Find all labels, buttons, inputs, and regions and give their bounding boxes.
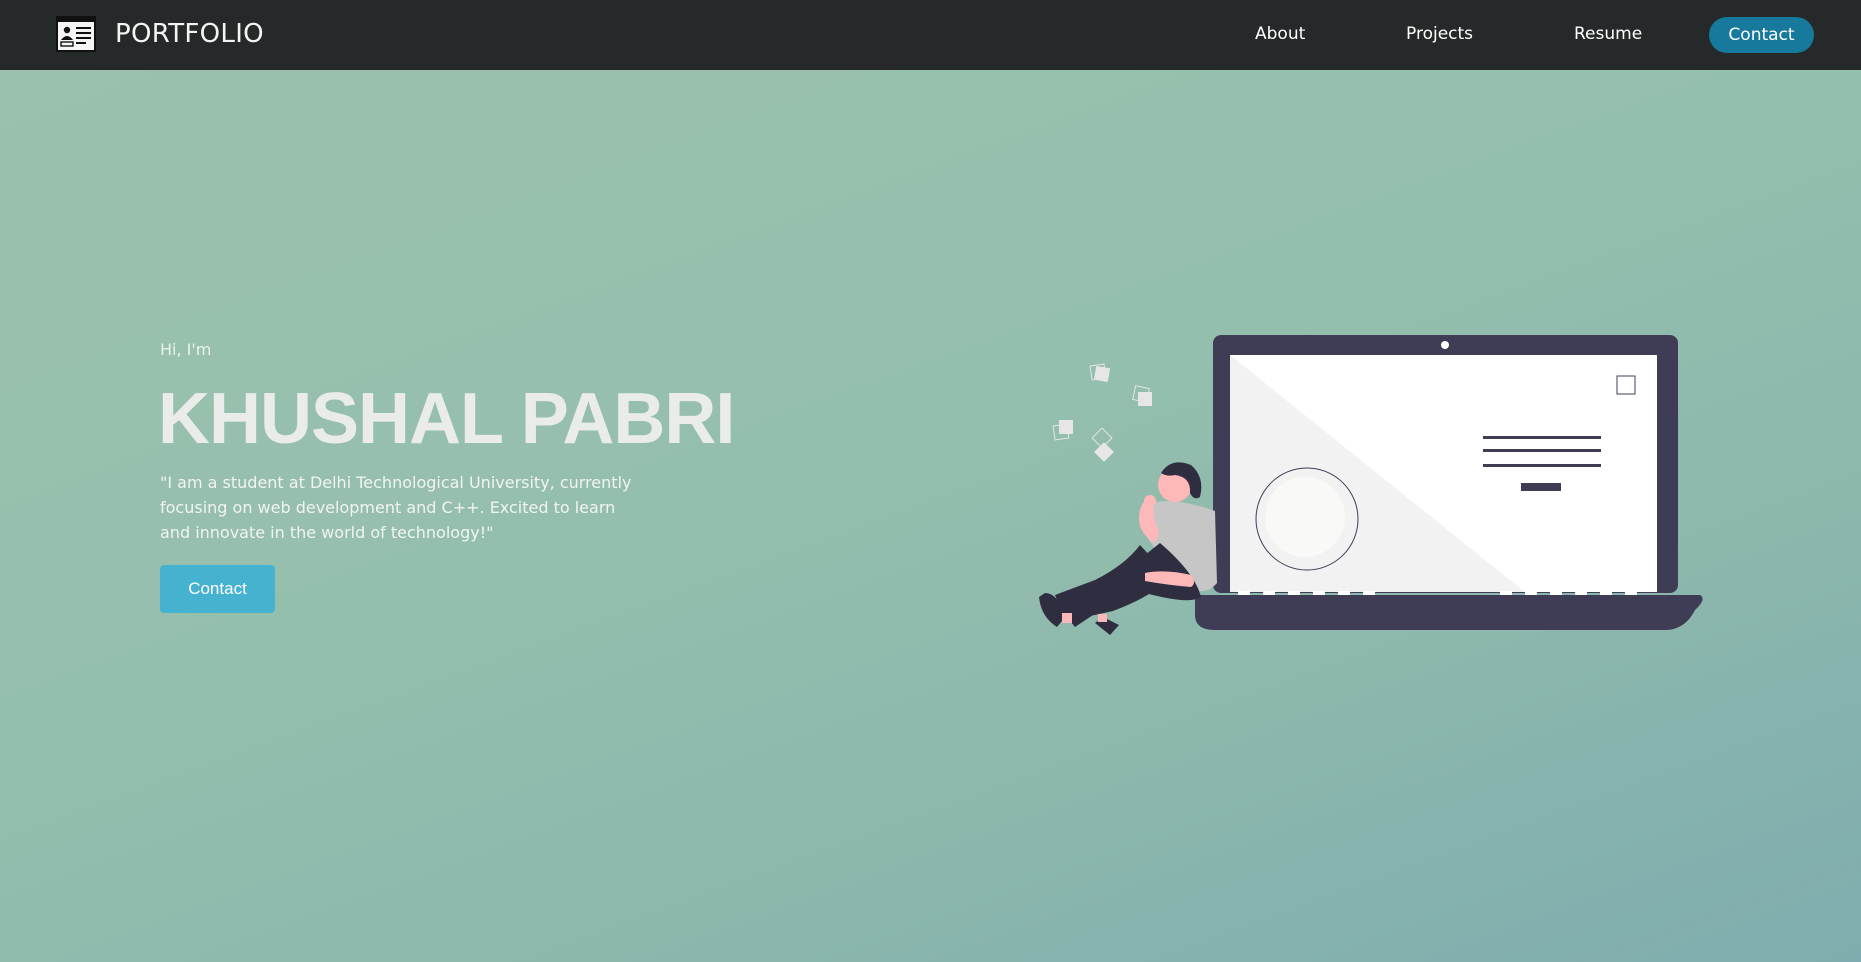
brand-title: PORTFOLIO	[115, 19, 264, 49]
nav-link-projects[interactable]: Projects	[1406, 24, 1473, 44]
person	[1039, 462, 1217, 635]
person-with-laptop-illustration	[1039, 335, 1703, 635]
hero-contact-button[interactable]: Contact	[160, 565, 275, 613]
hero-greeting: Hi, I'm	[160, 340, 212, 359]
floating-squares	[1052, 363, 1152, 462]
hero-bio: "I am a student at Delhi Technological U…	[160, 473, 632, 542]
brand[interactable]: PORTFOLIO	[56, 16, 264, 52]
portfolio-id-card-icon	[56, 16, 96, 52]
navbar: PORTFOLIO About Projects Resume Contact	[0, 0, 1861, 70]
nav-link-about[interactable]: About	[1255, 24, 1305, 44]
laptop	[1195, 335, 1703, 630]
nav-link-resume[interactable]: Resume	[1574, 24, 1642, 44]
nav-contact-button[interactable]: Contact	[1709, 17, 1814, 53]
hero-name: KHUSHAL PABRI	[158, 379, 735, 459]
